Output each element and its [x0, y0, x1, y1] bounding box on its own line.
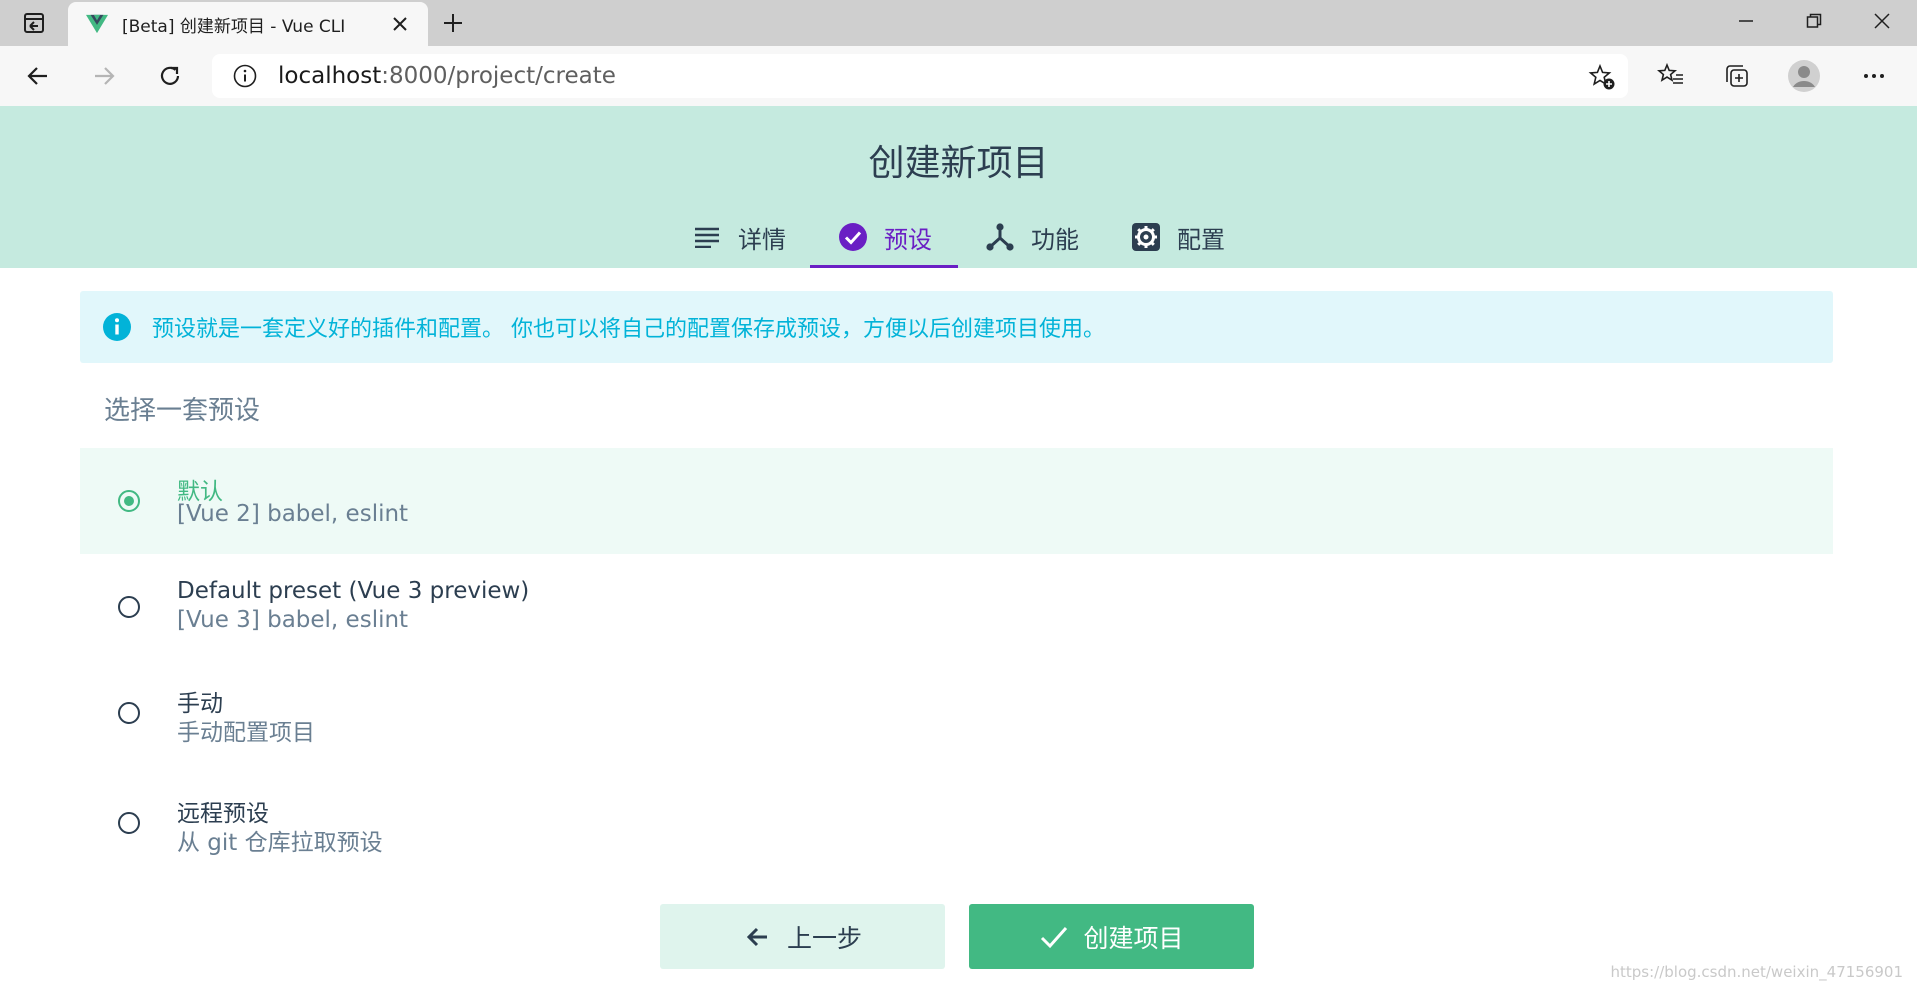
- tab-title: [Beta] 创建新项目 - Vue CLI: [122, 16, 346, 37]
- fork-icon: [985, 222, 1015, 252]
- previous-step-label: 上一步: [786, 923, 862, 953]
- radio-button[interactable]: [118, 596, 140, 618]
- create-project-button[interactable]: 创建项目: [969, 904, 1254, 969]
- radio-button[interactable]: [118, 812, 140, 834]
- add-favorite-icon[interactable]: [1588, 63, 1616, 91]
- minimize-icon: [1739, 20, 1753, 22]
- reload-button[interactable]: [152, 58, 188, 94]
- gear-icon: [1131, 222, 1161, 252]
- browser-nav-bar: localhost:8000/project/create: [0, 46, 1917, 107]
- tab-details[interactable]: 详情: [692, 206, 786, 268]
- more-menu-button[interactable]: [1856, 58, 1892, 94]
- watermark: https://blog.csdn.net/weixin_47156901: [1610, 963, 1903, 981]
- collections-button[interactable]: [1719, 58, 1755, 94]
- favorites-icon: [1657, 62, 1683, 84]
- create-project-label: 创建项目: [1083, 923, 1184, 953]
- collections-icon: [1726, 65, 1748, 87]
- tab-details-label: 详情: [738, 225, 786, 254]
- preset-description: [Vue 2] babel, eslint: [177, 501, 409, 527]
- tab-features-label: 功能: [1031, 225, 1079, 254]
- check-circle-icon: [838, 222, 868, 252]
- tab-config-label: 配置: [1177, 225, 1225, 254]
- tab-config[interactable]: 配置: [1131, 206, 1225, 268]
- step-tabs: 详情 预设 功能 配置: [0, 206, 1917, 268]
- minimize-button[interactable]: [1712, 0, 1780, 42]
- url-host: localhost: [278, 63, 382, 89]
- avatar-icon: [1788, 60, 1820, 92]
- tab-close-button[interactable]: [386, 10, 414, 38]
- section-label: 选择一套预设: [104, 396, 261, 426]
- preset-option-default[interactable]: 默认 [Vue 2] babel, eslint: [80, 448, 1833, 554]
- new-tab-button[interactable]: [438, 9, 468, 37]
- tab-presets[interactable]: 预设: [810, 206, 958, 268]
- info-icon: [103, 313, 131, 341]
- profile-avatar[interactable]: [1786, 58, 1822, 94]
- info-banner: 预设就是一套定义好的插件和配置。 你也可以将自己的配置保存成预设，方便以后创建项…: [80, 291, 1833, 363]
- close-icon: [393, 17, 407, 31]
- tab-actions-button[interactable]: [14, 9, 54, 37]
- back-button[interactable]: [20, 58, 56, 94]
- vue-logo-icon: [86, 14, 108, 34]
- preset-description: 从 git 仓库拉取预设: [177, 830, 383, 856]
- info-banner-text: 预设就是一套定义好的插件和配置。 你也可以将自己的配置保存成预设，方便以后创建项…: [152, 317, 1105, 342]
- previous-step-button[interactable]: 上一步: [660, 904, 945, 969]
- radio-button[interactable]: [118, 702, 140, 724]
- arrow-right-icon: [95, 67, 115, 85]
- tab-actions-icon: [24, 13, 44, 33]
- url-text: localhost:8000/project/create: [278, 63, 616, 89]
- radio-button[interactable]: [118, 490, 140, 512]
- reload-icon: [160, 66, 180, 85]
- preset-option-manual[interactable]: 手动 手动配置项目: [80, 660, 1833, 766]
- browser-tab-active[interactable]: [Beta] 创建新项目 - Vue CLI: [68, 2, 428, 46]
- restore-button[interactable]: [1780, 0, 1848, 42]
- window-close-button[interactable]: [1848, 0, 1916, 42]
- page-header: 创建新项目 详情 预设 功能 配置: [0, 106, 1917, 268]
- preset-description: 手动配置项目: [177, 720, 315, 746]
- close-icon: [1874, 13, 1890, 29]
- preset-option-remote[interactable]: 远程预设 从 git 仓库拉取预设: [80, 770, 1833, 876]
- arrow-left-icon: [743, 922, 773, 952]
- page-title: 创建新项目: [868, 143, 1049, 184]
- restore-icon: [1806, 13, 1822, 28]
- forward-button[interactable]: [86, 58, 122, 94]
- preset-description: [Vue 3] babel, eslint: [177, 607, 409, 633]
- site-info-icon[interactable]: [232, 63, 258, 89]
- address-bar[interactable]: localhost:8000/project/create: [212, 54, 1628, 98]
- more-dots-icon: [1864, 74, 1884, 78]
- check-icon: [1039, 922, 1069, 952]
- list-icon: [692, 222, 722, 252]
- favorites-button[interactable]: [1653, 58, 1689, 94]
- url-path: :8000/project/create: [381, 63, 616, 89]
- tab-presets-label: 预设: [884, 225, 932, 254]
- browser-tab-bar: [Beta] 创建新项目 - Vue CLI: [0, 0, 1917, 46]
- arrow-left-icon: [27, 67, 47, 85]
- preset-option-vue3[interactable]: Default preset (Vue 3 preview) [Vue 3] b…: [80, 554, 1833, 660]
- plus-icon: [444, 14, 462, 32]
- preset-name: Default preset (Vue 3 preview): [177, 578, 530, 604]
- tab-features[interactable]: 功能: [985, 206, 1079, 268]
